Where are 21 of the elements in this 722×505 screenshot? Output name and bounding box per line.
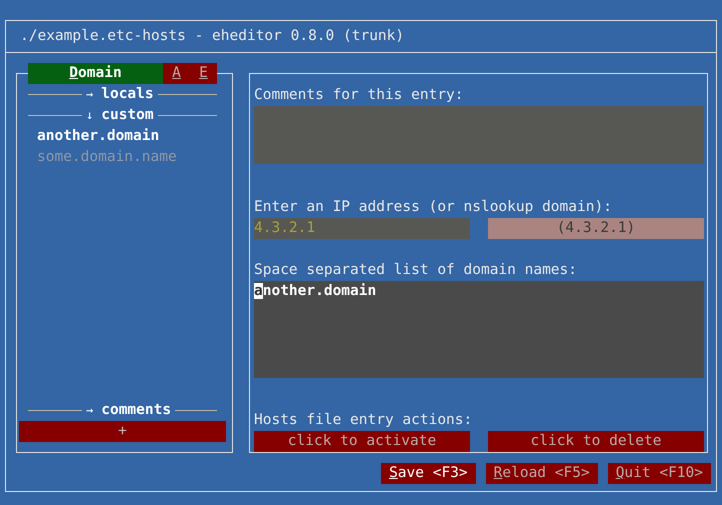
dialog-button[interactable]: Save <F3> [381, 463, 476, 484]
group-header[interactable]: → locals [82, 84, 158, 105]
dialog-button[interactable]: Reload <F5> [486, 463, 598, 484]
field-label: Comments for this entry: [254, 86, 465, 105]
resolved-ip: (4.3.2.1) [488, 218, 704, 239]
field-label: Space separated list of domain names: [254, 260, 578, 280]
domain-names-field[interactable]: another.domain [254, 280, 704, 378]
list-item[interactable]: another.domain [37, 126, 232, 147]
field-label: Hosts file entry actions: [254, 411, 474, 430]
action-button[interactable]: click to delete [488, 431, 704, 452]
window-title: ./example.etc-hosts - eheditor 0.8.0 (trunk) [20, 28, 404, 44]
tab[interactable]: A [163, 63, 190, 84]
comments-field[interactable] [254, 106, 704, 164]
group-header[interactable]: → comments [82, 400, 176, 421]
field-label: Enter an IP address (or nslookup domain): [254, 198, 613, 217]
group-header[interactable]: ↓ custom [82, 105, 158, 126]
tab[interactable]: E [190, 63, 217, 84]
dialog-button[interactable]: Quit <F10> [608, 463, 711, 484]
action-button[interactable]: click to activate [254, 431, 470, 452]
tab[interactable]: Domain [28, 63, 163, 84]
add-button[interactable]: + [19, 421, 226, 442]
